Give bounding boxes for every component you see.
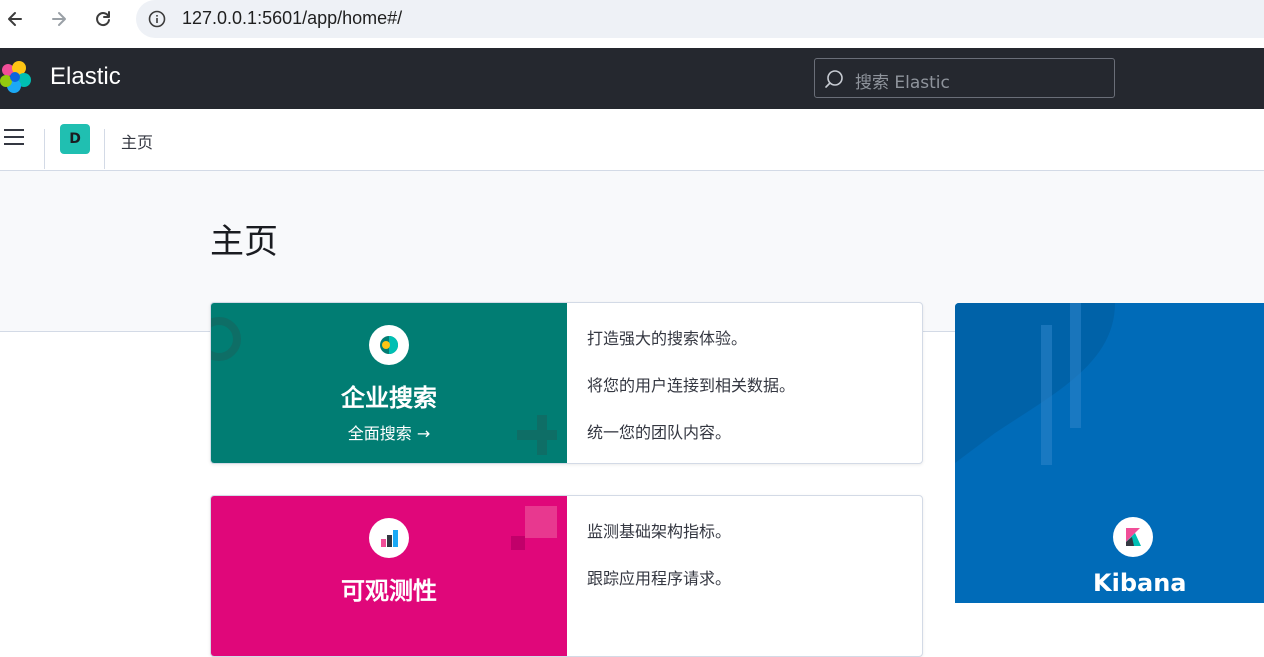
decorative-background	[955, 303, 1115, 465]
observability-banner[interactable]: 可观测性	[211, 496, 567, 656]
info-icon[interactable]	[148, 10, 166, 28]
divider	[44, 129, 45, 169]
breadcrumb-bar: D 主页	[0, 109, 1264, 171]
kibana-logo-icon	[1113, 517, 1153, 557]
address-bar[interactable]: 127.0.0.1:5601/app/home#/	[136, 0, 1264, 38]
card-description: 打造强大的搜索体验。 将您的用户连接到相关数据。 统一您的团队内容。	[587, 325, 796, 463]
search-placeholder: 搜索 Elastic	[855, 73, 950, 93]
arrow-left-icon	[8, 12, 22, 26]
back-button[interactable]	[0, 4, 30, 34]
enterprise-search-logo-icon	[369, 325, 409, 365]
observability-logo-icon	[369, 518, 409, 558]
brand-name[interactable]: Elastic	[50, 63, 121, 91]
observability-card[interactable]: 可观测性 监测基础架构指标。 跟踪应用程序请求。	[210, 495, 923, 657]
reload-icon	[96, 11, 110, 27]
url-text: 127.0.0.1:5601/app/home#/	[182, 8, 403, 28]
description-line: 统一您的团队内容。	[587, 423, 732, 442]
description-line: 将您的用户连接到相关数据。	[587, 376, 796, 395]
browser-toolbar: 127.0.0.1:5601/app/home#/	[0, 0, 1264, 38]
forward-button[interactable]	[44, 4, 74, 34]
description-line: 跟踪应用程序请求。	[587, 569, 732, 588]
card-title: 企业搜索	[341, 384, 437, 412]
card-title: Kibana	[1093, 569, 1187, 597]
elastic-logo-icon[interactable]	[0, 60, 32, 96]
reload-button[interactable]	[88, 4, 118, 34]
breadcrumb: 主页	[121, 133, 154, 152]
description-line: 监测基础架构指标。	[587, 522, 732, 541]
search-icon	[825, 70, 843, 88]
enterprise-search-link[interactable]: 全面搜索 →	[211, 420, 567, 444]
page-title: 主页	[210, 222, 278, 262]
kibana-header: Elastic 搜索 Elastic	[0, 48, 1264, 109]
global-search-input[interactable]: 搜索 Elastic	[814, 58, 1115, 98]
kibana-card[interactable]: Kibana	[955, 303, 1264, 603]
space-avatar[interactable]: D	[60, 124, 90, 154]
enterprise-search-banner[interactable]: 企业搜索 全面搜索 →	[211, 303, 567, 463]
description-line: 打造强大的搜索体验。	[587, 329, 748, 348]
card-description: 监测基础架构指标。 跟踪应用程序请求。	[587, 518, 731, 612]
arrow-right-icon	[52, 12, 66, 26]
hamburger-menu-icon[interactable]	[4, 129, 26, 149]
enterprise-search-card[interactable]: 企业搜索 全面搜索 → 打造强大的搜索体验。 将您的用户连接到相关数据。 统一您…	[210, 302, 923, 464]
card-title: 可观测性	[341, 577, 437, 605]
divider	[104, 129, 105, 169]
